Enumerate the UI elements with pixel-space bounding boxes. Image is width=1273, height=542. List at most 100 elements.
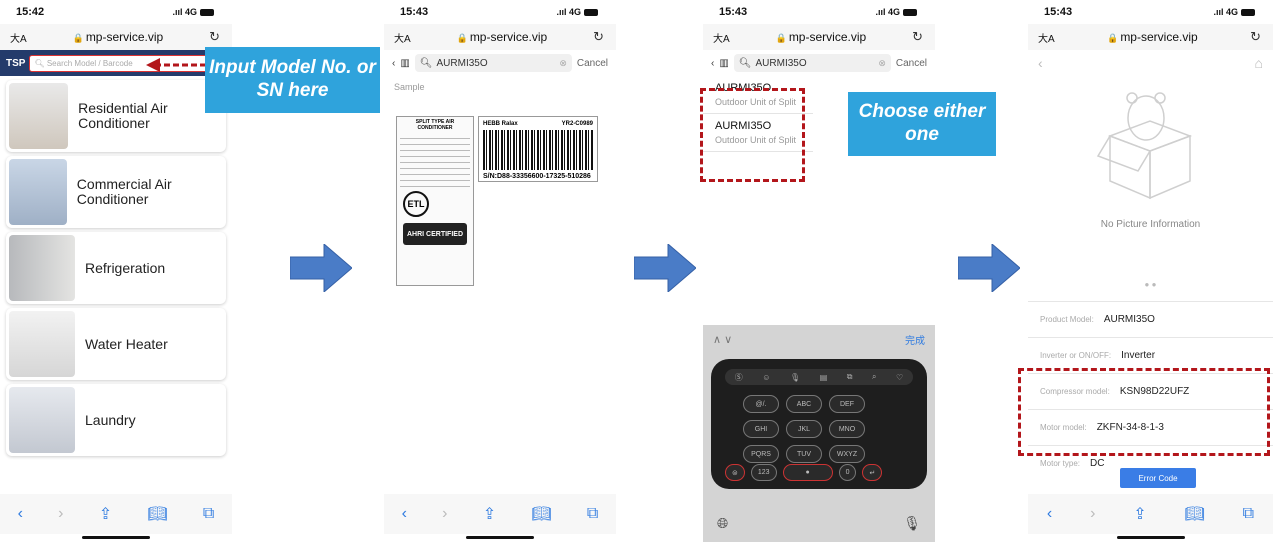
enter-key[interactable]: ↵	[862, 464, 883, 481]
property-value: DC	[1090, 458, 1105, 469]
error-code-button[interactable]: Error Code	[1120, 468, 1196, 488]
phone-screen-3: 15:43 .ııl 4G 大A 🔒 mp-service.vip ↻ ‹ ▥ 🔍…	[703, 0, 935, 542]
key[interactable]: DEF	[829, 395, 865, 413]
share-icon[interactable]: ⇪	[99, 504, 112, 524]
category-card[interactable]: Commercial Air Conditioner	[6, 156, 226, 228]
bookmarks-icon[interactable]: 📖︎	[1184, 504, 1204, 524]
search-input[interactable]: 🔍︎ AURMI35O ⊗	[733, 54, 891, 72]
empty-box-illustration	[1096, 92, 1193, 200]
cancel-button[interactable]: Cancel	[577, 58, 608, 69]
clipboard-icon[interactable]: ▤	[820, 373, 828, 382]
zero-key[interactable]: 0	[838, 464, 857, 481]
globe-icon[interactable]: 🌐︎	[717, 515, 728, 532]
home-indicator	[82, 536, 150, 539]
cancel-button[interactable]: Cancel	[896, 58, 927, 69]
forward-icon[interactable]: ›	[1090, 505, 1095, 523]
forward-icon[interactable]: ›	[58, 505, 63, 523]
battery-icon	[903, 8, 917, 16]
category-card[interactable]: Water Heater	[6, 308, 226, 380]
back-icon[interactable]: ‹	[18, 505, 23, 523]
tabs-icon[interactable]: ⧉	[1243, 505, 1254, 523]
emoji-key[interactable]: ⊜	[725, 464, 745, 481]
back-icon[interactable]: ‹	[1038, 55, 1043, 71]
key[interactable]: TUV	[786, 445, 822, 463]
property-value: Inverter	[1121, 350, 1156, 361]
barcode-scan-icon[interactable]: ▥	[400, 58, 409, 69]
page-nav: ‹ ⌂	[1028, 50, 1273, 76]
logo-icon[interactable]: Ⓢ	[735, 372, 743, 383]
flow-arrow	[290, 244, 352, 292]
heart-icon[interactable]: ♡	[896, 373, 903, 382]
signal-indicator: .ııl 4G	[1213, 7, 1238, 17]
share-icon[interactable]: ⇪	[483, 504, 496, 524]
back-icon[interactable]: ‹	[711, 58, 714, 69]
text-size-button[interactable]: 大A	[713, 30, 730, 45]
commercial-ac-image	[9, 159, 67, 225]
no-picture-text: No Picture Information	[1100, 219, 1201, 230]
reload-icon[interactable]: ↻	[593, 29, 604, 45]
clear-icon[interactable]: ⊗	[878, 58, 886, 69]
dictation-icon[interactable]: 🎙︎	[903, 515, 921, 532]
tabs-icon[interactable]: ⧉	[203, 505, 214, 523]
signal-indicator: .ııl 4G	[556, 7, 581, 17]
key[interactable]: PQRS	[743, 445, 779, 463]
tabs-icon[interactable]: ⧉	[587, 505, 598, 523]
category-card[interactable]: Residential Air Conditioner	[6, 80, 226, 152]
key[interactable]: GHI	[743, 420, 779, 438]
browser-url-bar[interactable]: 大A 🔒 mp-service.vip ↻	[1028, 24, 1273, 50]
copy-icon[interactable]: ⧉	[847, 372, 853, 382]
search-input[interactable]: 🔍︎ AURMI35O ⊗	[414, 54, 572, 72]
category-card[interactable]: Refrigeration	[6, 232, 226, 304]
key[interactable]: MNO	[829, 420, 865, 438]
search-row: ‹ ▥ 🔍︎ AURMI35O ⊗ Cancel	[703, 50, 935, 76]
red-dashed-arrow	[146, 58, 206, 72]
emoji-icon[interactable]: ☺	[762, 373, 770, 382]
keyboard: ∧ ∨ 完成 Ⓢ ☺ 🎙︎ ▤ ⧉ ⌕ ♡ @/. ABC DEF GHI JKL MNO P…	[703, 325, 935, 542]
text-size-button[interactable]: 大A	[1038, 30, 1055, 45]
reload-icon[interactable]: ↻	[209, 29, 220, 45]
key[interactable]: ABC	[786, 395, 822, 413]
search-placeholder: Search Model / Barcode	[46, 58, 133, 68]
keyboard-nav-icon[interactable]: ∧ ∨	[713, 333, 732, 346]
bookmarks-icon[interactable]: 📖︎	[147, 504, 167, 524]
barcode-scan-icon[interactable]: ▥	[719, 58, 728, 69]
browser-url-bar[interactable]: 大A 🔒 mp-service.vip ↻	[0, 24, 232, 50]
forward-icon[interactable]: ›	[442, 505, 447, 523]
bookmarks-icon[interactable]: 📖︎	[531, 504, 551, 524]
browser-toolbar: ‹ › ⇪ 📖︎ ⧉	[1028, 494, 1273, 534]
back-icon[interactable]: ‹	[402, 505, 407, 523]
category-card[interactable]: Laundry	[6, 384, 226, 456]
text-size-button[interactable]: 大A	[10, 30, 27, 45]
search-icon[interactable]: ⌕	[872, 372, 876, 382]
brand-logo: TSP	[6, 57, 26, 69]
clear-icon[interactable]: ⊗	[559, 58, 567, 69]
mic-icon[interactable]: 🎙︎	[790, 373, 800, 382]
lock-icon: 🔒	[456, 33, 468, 43]
key[interactable]: WXYZ	[829, 445, 865, 463]
text-size-button[interactable]: 大A	[394, 30, 411, 45]
browser-url-bar[interactable]: 大A 🔒 mp-service.vip ↻	[703, 24, 935, 50]
keyboard-done-button[interactable]: 完成	[905, 332, 925, 347]
key[interactable]: JKL	[786, 420, 822, 438]
reload-icon[interactable]: ↻	[1250, 29, 1261, 45]
number-mode-key[interactable]: 123	[750, 464, 777, 481]
url-text: mp-service.vip	[1120, 30, 1198, 44]
mic-key[interactable]: ●	[782, 464, 833, 481]
back-icon[interactable]: ‹	[1047, 505, 1052, 523]
property-label: Motor type:	[1040, 459, 1081, 468]
status-bar: 15:42 .ııl 4G	[0, 0, 232, 24]
status-bar: 15:43 .ııl 4G	[384, 0, 616, 24]
key[interactable]: @/.	[743, 395, 779, 413]
share-icon[interactable]: ⇪	[1133, 504, 1146, 524]
property-label: Product Model:	[1040, 315, 1094, 324]
barcode-graphic	[483, 130, 593, 170]
reload-icon[interactable]: ↻	[912, 29, 923, 45]
key-grid: @/. ABC DEF GHI JKL MNO PQRS TUV WXYZ	[743, 395, 865, 463]
keyboard-pad: Ⓢ ☺ 🎙︎ ▤ ⧉ ⌕ ♡ @/. ABC DEF GHI JKL MNO PQRS TU…	[711, 359, 927, 489]
browser-toolbar: ‹ › ⇪ 📖︎ ⧉	[0, 494, 232, 534]
home-icon[interactable]: ⌂	[1255, 55, 1263, 71]
category-label: Water Heater	[85, 335, 168, 352]
back-icon[interactable]: ‹	[392, 58, 395, 69]
category-label: Commercial Air Conditioner	[76, 176, 172, 207]
browser-url-bar[interactable]: 大A 🔒 mp-service.vip ↻	[384, 24, 616, 50]
